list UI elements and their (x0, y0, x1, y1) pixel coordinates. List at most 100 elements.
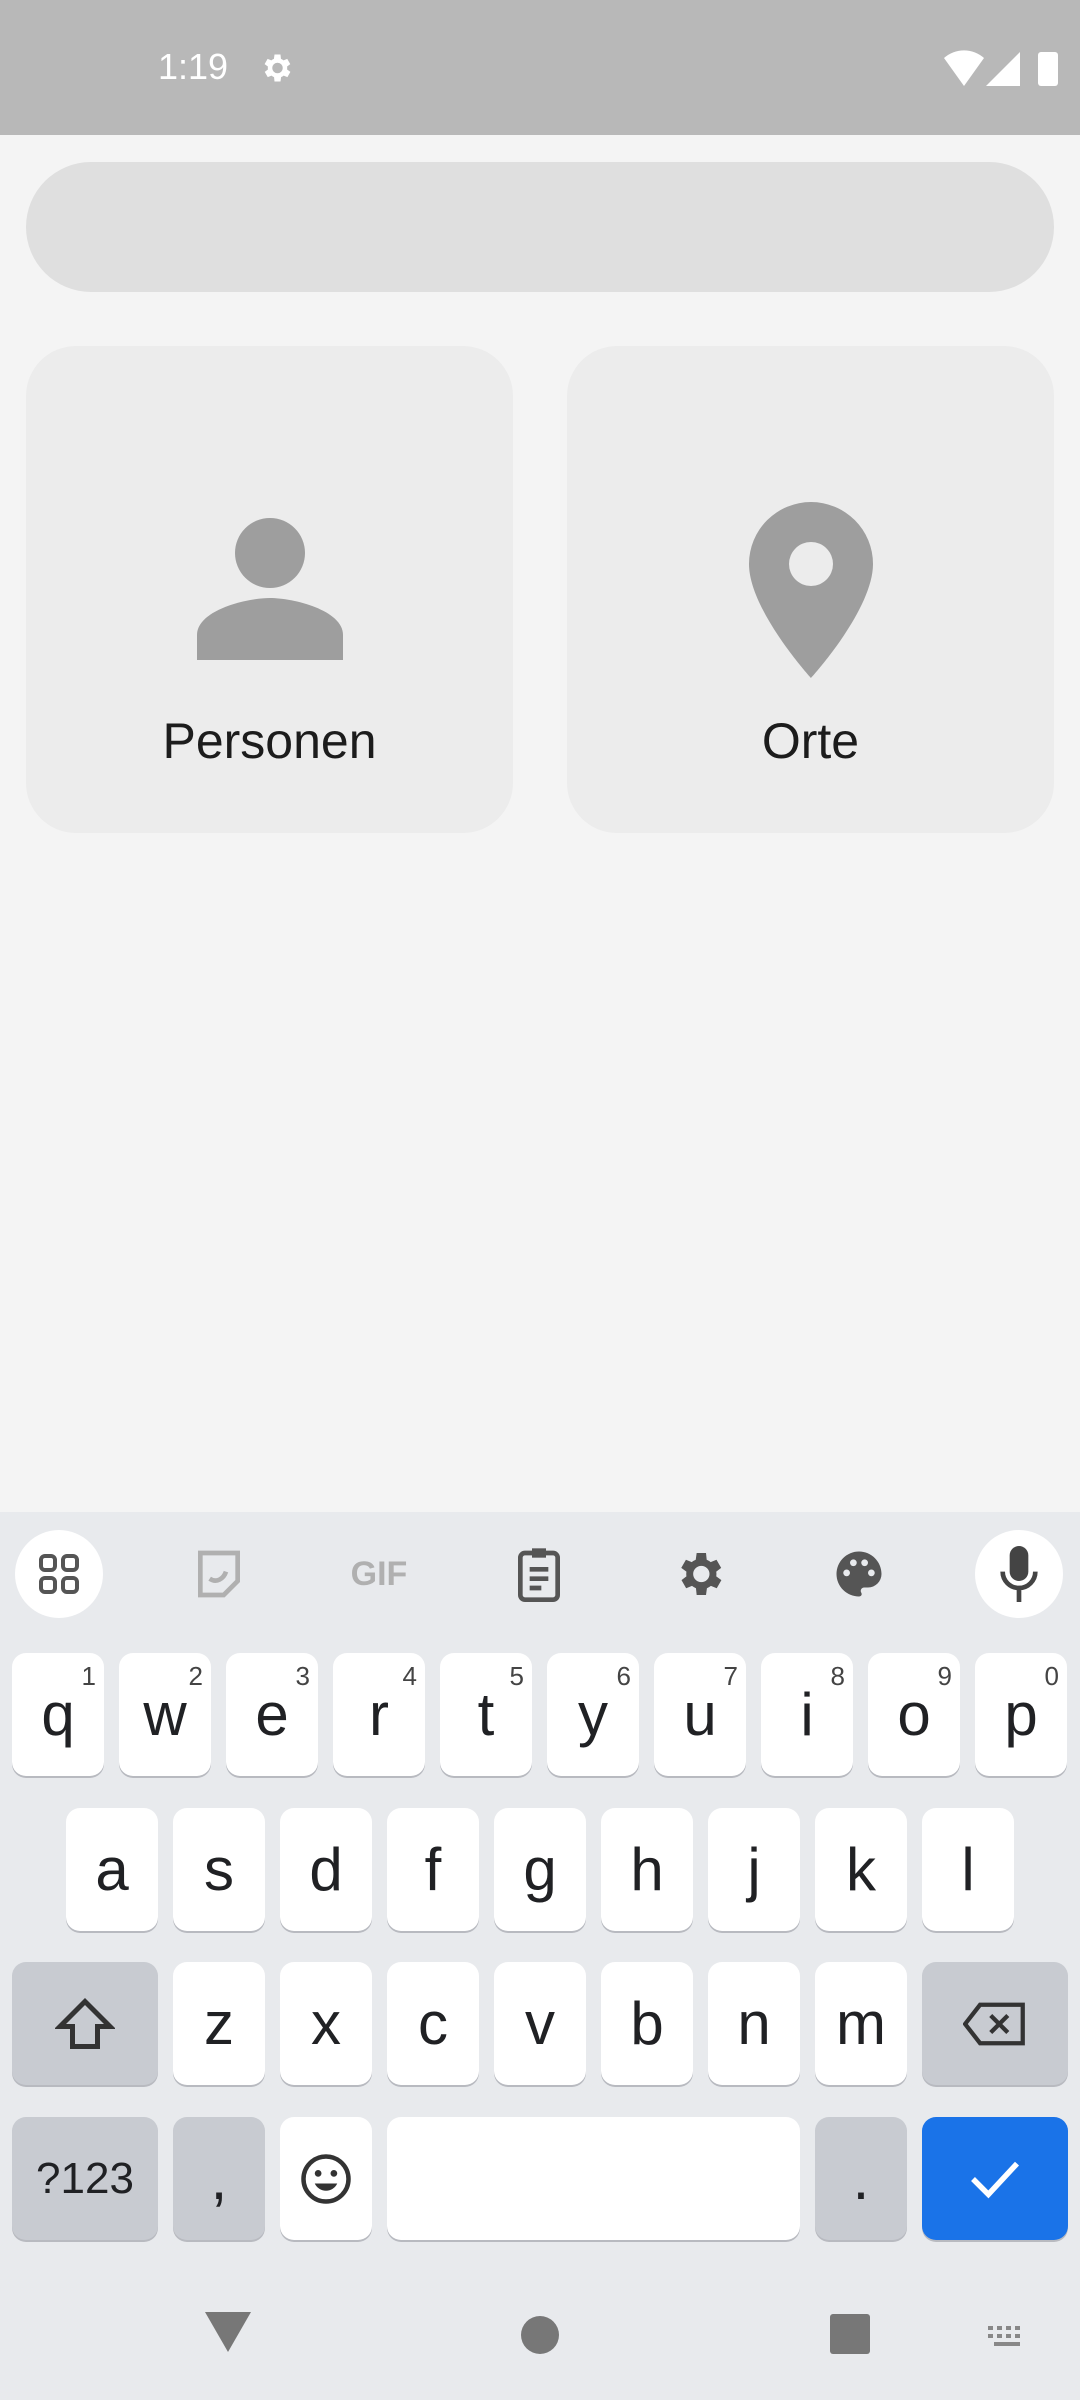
key-hint: 7 (723, 1661, 738, 1691)
apps-grid-icon[interactable] (15, 1530, 103, 1618)
key-d[interactable]: d (280, 1808, 372, 1931)
search-input[interactable] (26, 162, 1054, 292)
key-a[interactable]: a (66, 1808, 158, 1931)
key-label: m (836, 1990, 886, 2057)
key-hint: 1 (81, 1661, 96, 1691)
key-f[interactable]: f (387, 1808, 479, 1931)
clipboard-icon[interactable] (495, 1530, 583, 1618)
key-hint: 2 (188, 1661, 203, 1691)
back-nav-button[interactable] (205, 2312, 251, 2357)
recents-nav-button[interactable] (830, 2314, 870, 2354)
key-label: y (578, 1681, 608, 1748)
comma-key[interactable]: , (173, 2117, 265, 2240)
key-label: t (477, 1681, 495, 1748)
key-label: a (95, 1836, 129, 1903)
key-p[interactable]: p0 (975, 1653, 1067, 1776)
key-k[interactable]: k (815, 1808, 907, 1931)
emoji-icon (301, 2153, 351, 2204)
key-label: j (747, 1836, 761, 1903)
key-label: g (523, 1836, 557, 1903)
key-z[interactable]: z (173, 1962, 265, 2085)
key-t[interactable]: t5 (440, 1653, 532, 1776)
key-n[interactable]: n (708, 1962, 800, 2085)
key-hint: 5 (509, 1661, 524, 1691)
key-r[interactable]: r4 (333, 1653, 425, 1776)
backspace-icon (963, 2002, 1025, 2045)
backspace-key[interactable] (922, 1962, 1068, 2085)
key-b[interactable]: b (601, 1962, 693, 2085)
key-label: l (961, 1836, 975, 1903)
settings-icon (264, 54, 291, 82)
key-u[interactable]: u7 (654, 1653, 746, 1776)
key-label: ?123 (36, 2153, 134, 2203)
wifi-icon (944, 50, 984, 86)
key-label: i (800, 1681, 814, 1748)
key-label: s (204, 1836, 234, 1903)
key-g[interactable]: g (494, 1808, 586, 1931)
key-y[interactable]: y6 (547, 1653, 639, 1776)
enter-key[interactable] (922, 2117, 1068, 2240)
card-orte[interactable]: Orte (567, 346, 1054, 833)
period-key[interactable]: . (815, 2117, 907, 2240)
key-hint: 8 (830, 1661, 845, 1691)
key-hint: 6 (616, 1661, 631, 1691)
status-time: 1:19 (158, 46, 229, 87)
key-c[interactable]: c (387, 1962, 479, 2085)
key-i[interactable]: i8 (761, 1653, 853, 1776)
key-label: d (309, 1836, 343, 1903)
space-key[interactable] (387, 2117, 800, 2240)
key-hint: 4 (402, 1661, 417, 1691)
key-label: z (204, 1990, 234, 2057)
key-l[interactable]: l (922, 1808, 1014, 1931)
key-q[interactable]: q1 (12, 1653, 104, 1776)
card-label: Personen (162, 713, 377, 769)
key-label: h (630, 1836, 664, 1903)
home-nav-button[interactable] (521, 2316, 559, 2354)
key-x[interactable]: x (280, 1962, 372, 2085)
emoji-key[interactable] (280, 2117, 372, 2240)
shift-key[interactable] (12, 1962, 158, 2085)
card-personen[interactable]: Personen (26, 346, 513, 833)
keyboard (0, 1512, 1080, 2400)
key-hint: 3 (295, 1661, 310, 1691)
card-label: Orte (761, 713, 860, 769)
key-label: q (41, 1681, 75, 1748)
key-label: v (525, 1990, 555, 2057)
location-pin-icon (748, 502, 873, 678)
key-w[interactable]: w2 (119, 1653, 211, 1776)
key-j[interactable]: j (708, 1808, 800, 1931)
key-hint: 0 (1044, 1661, 1059, 1691)
symbols-key[interactable]: ?123 (12, 2117, 158, 2240)
key-v[interactable]: v (494, 1962, 586, 2085)
key-label: u (683, 1681, 717, 1748)
key-label: f (424, 1836, 442, 1903)
key-label: p (1004, 1681, 1038, 1748)
key-label: n (737, 1990, 771, 2057)
key-label: e (255, 1681, 289, 1748)
key-label: k (846, 1836, 876, 1903)
key-s[interactable]: s (173, 1808, 265, 1931)
sticker-icon[interactable] (175, 1530, 263, 1618)
settings-icon[interactable] (655, 1530, 743, 1618)
key-o[interactable]: o9 (868, 1653, 960, 1776)
key-label: w (143, 1681, 187, 1748)
key-label: r (369, 1681, 389, 1748)
shift-icon (55, 1997, 115, 2049)
key-m[interactable]: m (815, 1962, 907, 2085)
palette-icon[interactable] (815, 1530, 903, 1618)
keyboard-switch-icon[interactable] (988, 2326, 1028, 2351)
key-label: , (210, 2145, 228, 2212)
key-label: x (311, 1990, 341, 2057)
key-label: o (897, 1681, 931, 1748)
key-label: . (852, 2145, 870, 2212)
check-icon (971, 2161, 1020, 2198)
key-e[interactable]: e3 (226, 1653, 318, 1776)
battery-icon (1038, 52, 1058, 86)
gif-icon[interactable]: GIF (335, 1530, 423, 1618)
key-label: b (630, 1990, 664, 2057)
cell-signal-icon (986, 52, 1020, 86)
microphone-icon[interactable] (975, 1530, 1063, 1618)
key-h[interactable]: h (601, 1808, 693, 1931)
key-hint: 9 (937, 1661, 952, 1691)
status-bar: 1:19 (0, 0, 1080, 135)
